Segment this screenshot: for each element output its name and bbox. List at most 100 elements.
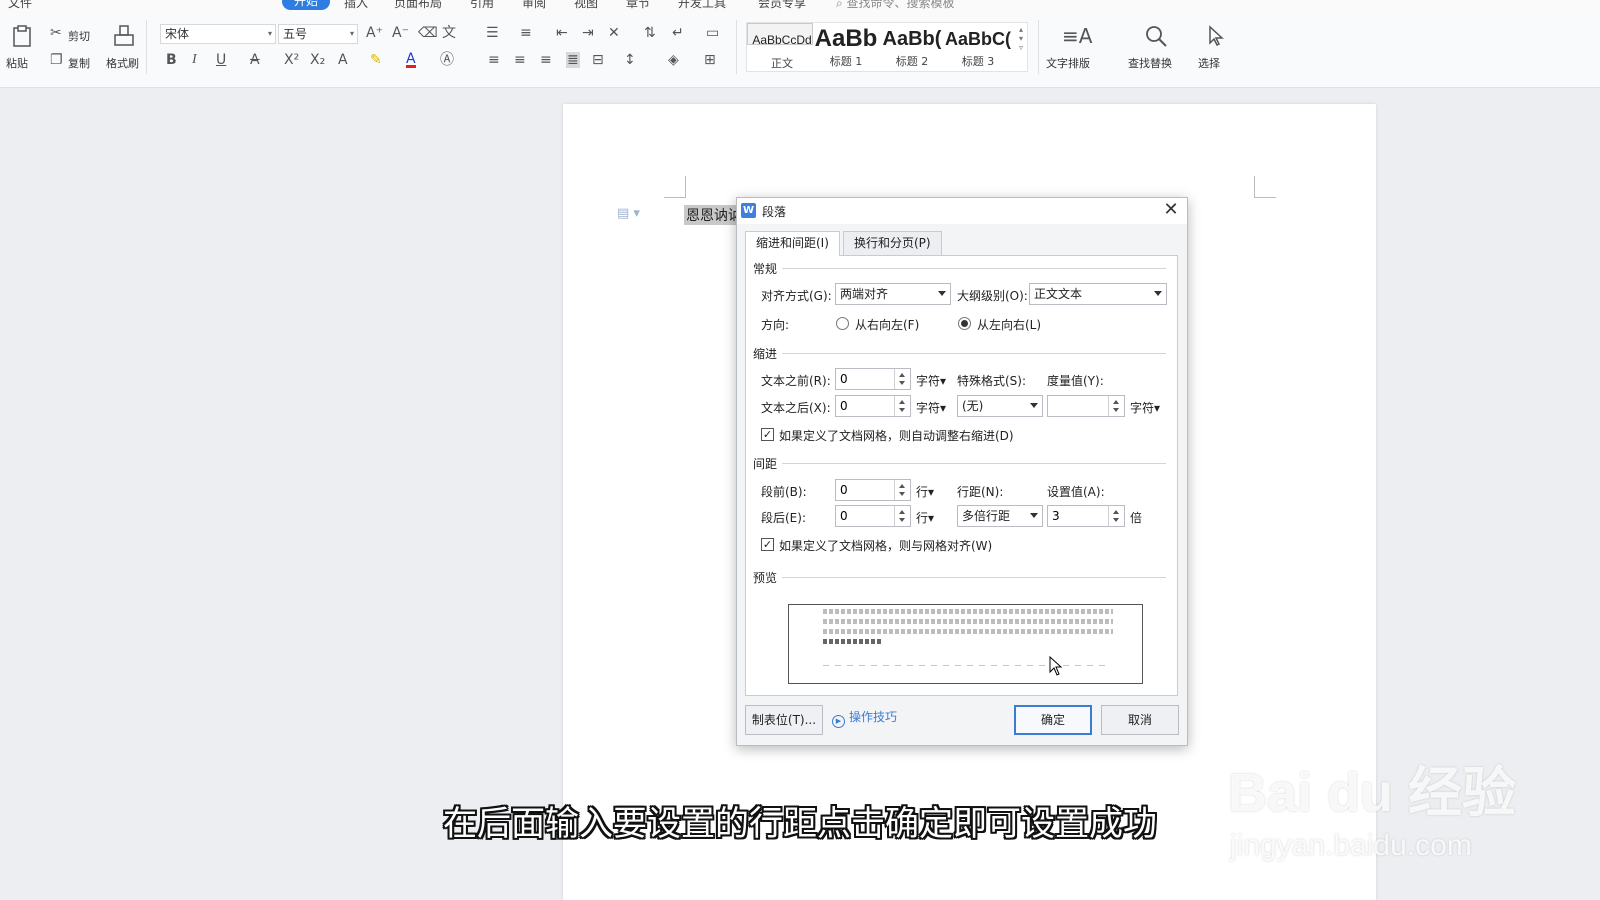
direction-rtl-label[interactable]: 从右向左(F): [855, 316, 919, 333]
stepper-up-icon[interactable]: [899, 400, 905, 404]
tab-view[interactable]: 视图: [574, 0, 598, 11]
show-marks-icon[interactable]: ↵: [672, 26, 684, 40]
tab-references[interactable]: 引用: [470, 0, 494, 11]
search-icon[interactable]: [1144, 24, 1168, 48]
sort-icon[interactable]: ⇅: [644, 26, 656, 40]
indent-before-unit-dropdown[interactable]: 字符▾: [916, 372, 946, 389]
subscript-icon[interactable]: X₂: [310, 53, 325, 67]
stepper-down-icon[interactable]: [899, 381, 905, 385]
snap-to-grid-label[interactable]: 如果定义了文档网格，则与网格对齐(W): [779, 537, 992, 554]
stepper-buttons[interactable]: [1108, 396, 1124, 416]
direction-rtl-radio[interactable]: [836, 317, 849, 330]
char-border-icon[interactable]: Ⓐ: [440, 53, 454, 67]
measure-unit-dropdown[interactable]: 字符▾: [1130, 399, 1160, 416]
text-layout-icon[interactable]: ≡A: [1062, 26, 1092, 46]
style-heading-2[interactable]: AaBb( 标题 2: [879, 23, 945, 71]
cancel-button[interactable]: 取消: [1101, 705, 1179, 735]
measure-stepper[interactable]: [1047, 395, 1125, 417]
tab-line-page-breaks[interactable]: 换行和分页(P): [843, 231, 942, 255]
decrease-indent-icon[interactable]: ⇤: [556, 26, 568, 40]
tab-layout[interactable]: 页面布局: [394, 0, 442, 11]
strikethrough-icon[interactable]: A: [250, 53, 260, 67]
spacing-before-unit-dropdown[interactable]: 行▾: [916, 483, 934, 500]
tab-member[interactable]: 会员专享: [758, 0, 806, 11]
select-label[interactable]: 选择: [1198, 55, 1220, 71]
stepper-up-icon[interactable]: [899, 373, 905, 377]
indent-after-stepper[interactable]: [835, 395, 911, 417]
format-painter-icon[interactable]: [112, 24, 136, 48]
align-left-icon[interactable]: ≡: [488, 53, 500, 67]
stepper-up-icon[interactable]: [1113, 510, 1119, 514]
spacing-before-input[interactable]: [836, 480, 894, 500]
cut-icon[interactable]: ✂: [50, 26, 62, 40]
indent-after-input[interactable]: [836, 396, 894, 416]
bold-icon[interactable]: B: [166, 53, 177, 67]
stepper-down-icon[interactable]: [899, 518, 905, 522]
select-cursor-icon[interactable]: [1204, 24, 1228, 48]
style-normal[interactable]: AaBbCcDd 正文: [747, 23, 813, 70]
clear-format-icon[interactable]: ⌫: [418, 26, 438, 40]
stepper-buttons[interactable]: [894, 506, 910, 526]
stepper-down-icon[interactable]: [899, 408, 905, 412]
paste-label[interactable]: 粘贴: [6, 55, 28, 71]
stepper-buttons[interactable]: [894, 396, 910, 416]
stepper-down-icon[interactable]: [1113, 408, 1119, 412]
line-spacing-icon[interactable]: ↕: [624, 53, 636, 67]
tips-link[interactable]: ▶ 操作技巧: [832, 708, 897, 728]
format-painter-label[interactable]: 格式刷: [106, 55, 139, 71]
paragraph-handle-icon[interactable]: ▤ ▾: [617, 206, 640, 221]
distributed-icon[interactable]: ⊟: [592, 53, 604, 67]
indent-before-stepper[interactable]: [835, 368, 911, 390]
align-center-icon[interactable]: ≡: [514, 53, 526, 67]
font-name-select[interactable]: 宋体 ▾: [160, 24, 276, 44]
auto-adjust-indent-label[interactable]: 如果定义了文档网格，则自动调整右缩进(D): [779, 427, 1014, 444]
setting-value-input[interactable]: [1048, 506, 1108, 526]
align-right-icon[interactable]: ≡: [540, 53, 552, 67]
spacing-after-unit-dropdown[interactable]: 行▾: [916, 509, 934, 526]
stepper-buttons[interactable]: [894, 480, 910, 500]
bullet-list-icon[interactable]: ☰: [486, 26, 499, 40]
table-border-icon[interactable]: ▭: [706, 26, 719, 40]
superscript-icon[interactable]: X²: [284, 53, 299, 67]
selected-document-text[interactable]: 恩恩讷讷: [684, 205, 744, 225]
ok-button[interactable]: 确定: [1014, 705, 1092, 735]
measure-input[interactable]: [1048, 396, 1108, 416]
dialog-titlebar[interactable]: W 段落 ✕: [737, 198, 1187, 224]
spacing-after-input[interactable]: [836, 506, 894, 526]
spacing-before-stepper[interactable]: [835, 479, 911, 501]
stepper-up-icon[interactable]: [1113, 400, 1119, 404]
paste-icon[interactable]: [10, 24, 34, 48]
stepper-buttons[interactable]: [894, 369, 910, 389]
stepper-up-icon[interactable]: [899, 484, 905, 488]
direction-ltr-label[interactable]: 从左向右(L): [977, 316, 1041, 333]
alignment-select[interactable]: 两端对齐: [835, 283, 951, 305]
grow-font-icon[interactable]: A⁺: [366, 26, 383, 40]
special-format-select[interactable]: (无): [957, 395, 1043, 417]
text-layout-label[interactable]: 文字排版: [1046, 55, 1090, 71]
menu-file[interactable]: 文件: [8, 0, 32, 11]
tab-indent-spacing[interactable]: 缩进和间距(I): [745, 231, 840, 256]
tab-review[interactable]: 审阅: [522, 0, 546, 11]
tab-home[interactable]: 开始: [282, 0, 331, 10]
tab-insert[interactable]: 插入: [344, 0, 368, 11]
style-scroll-icon[interactable]: ▴ ▾ ▿: [1019, 25, 1023, 52]
italic-icon[interactable]: I: [192, 53, 197, 67]
copy-icon[interactable]: ❐: [50, 53, 63, 67]
underline-icon[interactable]: U: [216, 53, 226, 67]
tab-chapter[interactable]: 章节: [626, 0, 650, 11]
find-replace-label[interactable]: 查找替换: [1128, 55, 1172, 71]
tab-stops-button[interactable]: 制表位(T)...: [745, 705, 823, 735]
shrink-font-icon[interactable]: A⁻: [392, 26, 409, 40]
chinese-layout-icon[interactable]: ✕: [608, 26, 620, 40]
copy-label[interactable]: 复制: [68, 55, 90, 71]
style-heading-1[interactable]: AaBb 标题 1: [813, 23, 879, 71]
stepper-down-icon[interactable]: [899, 492, 905, 496]
line-spacing-select[interactable]: 多倍行距: [957, 505, 1043, 527]
indent-before-input[interactable]: [836, 369, 894, 389]
spacing-after-stepper[interactable]: [835, 505, 911, 527]
highlight-icon[interactable]: ✎: [370, 53, 382, 67]
borders-icon[interactable]: ⊞: [704, 53, 716, 67]
phonetic-icon[interactable]: 文: [442, 26, 456, 40]
text-effect-icon[interactable]: A: [338, 53, 348, 67]
shading-icon[interactable]: ◈: [668, 53, 679, 67]
